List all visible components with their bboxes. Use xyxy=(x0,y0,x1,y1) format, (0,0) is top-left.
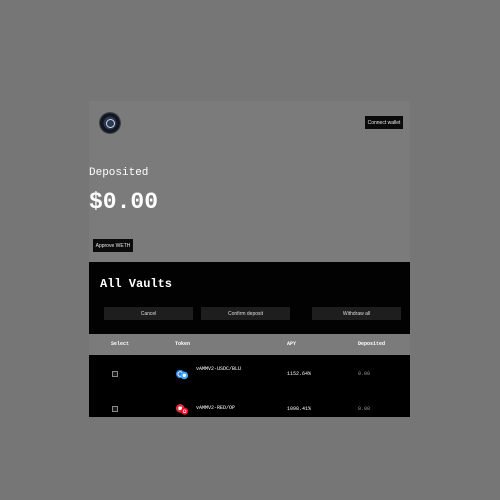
select-checkbox[interactable] xyxy=(112,371,118,377)
deposited-amount: 0.00 xyxy=(358,371,371,377)
column-header-select: Select xyxy=(111,341,130,347)
apy-value: 1098.41% xyxy=(287,406,312,412)
confirm-deposit-button[interactable]: Confirm deposit xyxy=(201,307,290,320)
vault-app: Connect wallet Deposited $0.00 Approve W… xyxy=(89,101,410,417)
vault-logo-icon[interactable] xyxy=(100,113,120,133)
logo-ring xyxy=(105,118,115,128)
deposited-amount: 0.00 xyxy=(358,406,371,412)
table-row[interactable]: vAMMV2-RED/OP 1098.41% 0.00 xyxy=(89,399,410,417)
usdc-blu-pair-icon xyxy=(175,369,189,380)
deposited-label: Deposited xyxy=(89,167,149,179)
column-header-deposited: Deposited xyxy=(358,341,386,347)
column-header-token: Token xyxy=(175,341,191,347)
approve-weth-button[interactable]: Approve WETH xyxy=(93,239,133,252)
cancel-button[interactable]: Cancel xyxy=(104,307,193,320)
vaults-title: All Vaults xyxy=(100,277,173,291)
withdraw-all-button[interactable]: Withdraw all xyxy=(312,307,401,320)
table-row[interactable]: vAMMV2-USDC/BLU 1152.64% 0.00 xyxy=(89,364,410,384)
select-checkbox[interactable] xyxy=(112,406,118,412)
vaults-table-header: Select Token APY Deposited xyxy=(89,334,410,355)
vaults-panel: All Vaults Cancel Confirm deposit Withdr… xyxy=(89,262,410,334)
column-header-apy: APY xyxy=(287,341,297,347)
deposited-value: $0.00 xyxy=(89,189,159,215)
apy-value: 1152.64% xyxy=(287,371,312,377)
token-name: vAMMV2-RED/OP xyxy=(196,405,236,411)
token-name: vAMMV2-USDC/BLU xyxy=(196,366,242,372)
connect-wallet-button[interactable]: Connect wallet xyxy=(365,116,403,129)
vaults-table-body: vAMMV2-USDC/BLU 1152.64% 0.00 vAMMV2-RED… xyxy=(89,355,410,417)
red-op-pair-icon xyxy=(175,404,189,415)
